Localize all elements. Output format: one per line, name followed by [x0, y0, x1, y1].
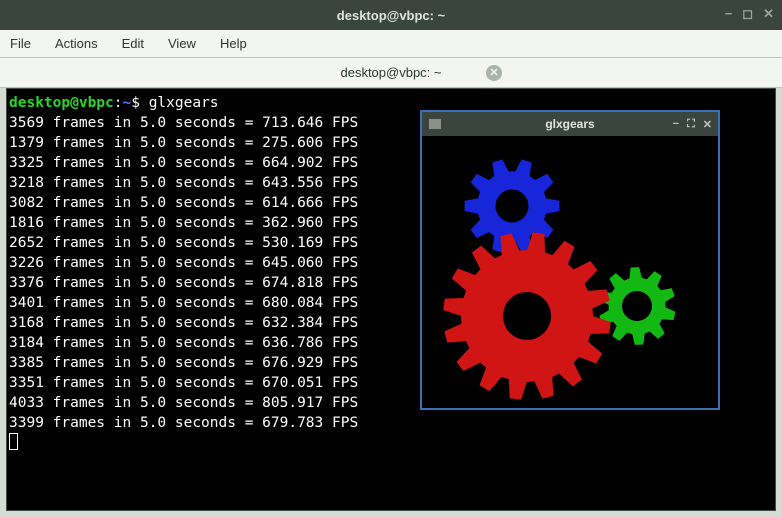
gear-red-icon: [437, 226, 617, 406]
menu-help[interactable]: Help: [220, 36, 247, 51]
menu-actions[interactable]: Actions: [55, 36, 98, 51]
app-icon: [428, 118, 442, 130]
tab-label[interactable]: desktop@vbpc: ~: [340, 65, 441, 80]
prompt-user: desktop@vbpc: [9, 95, 114, 111]
cursor-icon: [9, 433, 18, 450]
minimize-icon[interactable]: −: [725, 6, 733, 22]
glx-close-icon[interactable]: ✕: [703, 118, 712, 131]
menu-file[interactable]: File: [10, 36, 31, 51]
maximize-icon[interactable]: ◻: [742, 6, 753, 22]
menubar: File Actions Edit View Help: [0, 30, 782, 58]
glxgears-controls: − ⛶ ✕: [673, 118, 712, 131]
tabbar: desktop@vbpc: ~ ✕: [0, 58, 782, 88]
glxgears-title: glxgears: [545, 117, 594, 131]
output-line: 3399 frames in 5.0 seconds = 679.783 FPS: [9, 413, 773, 433]
glxgears-titlebar[interactable]: glxgears − ⛶ ✕: [422, 112, 718, 136]
prompt-dollar: $: [131, 95, 140, 111]
command: glxgears: [149, 95, 219, 111]
glxgears-window[interactable]: glxgears − ⛶ ✕: [420, 110, 720, 410]
prompt-colon: :: [114, 95, 123, 111]
glx-minimize-icon[interactable]: −: [673, 118, 679, 131]
window-controls: − ◻ ✕: [725, 6, 774, 22]
close-icon[interactable]: ✕: [763, 6, 774, 22]
main-titlebar: desktop@vbpc: ~ − ◻ ✕: [0, 0, 782, 30]
menu-edit[interactable]: Edit: [122, 36, 144, 51]
glx-maximize-icon[interactable]: ⛶: [687, 118, 695, 131]
prompt-path: ~: [123, 95, 132, 111]
tab-close-icon[interactable]: ✕: [486, 65, 502, 81]
window-title: desktop@vbpc: ~: [337, 8, 445, 23]
menu-view[interactable]: View: [168, 36, 196, 51]
glxgears-canvas: [422, 136, 718, 408]
